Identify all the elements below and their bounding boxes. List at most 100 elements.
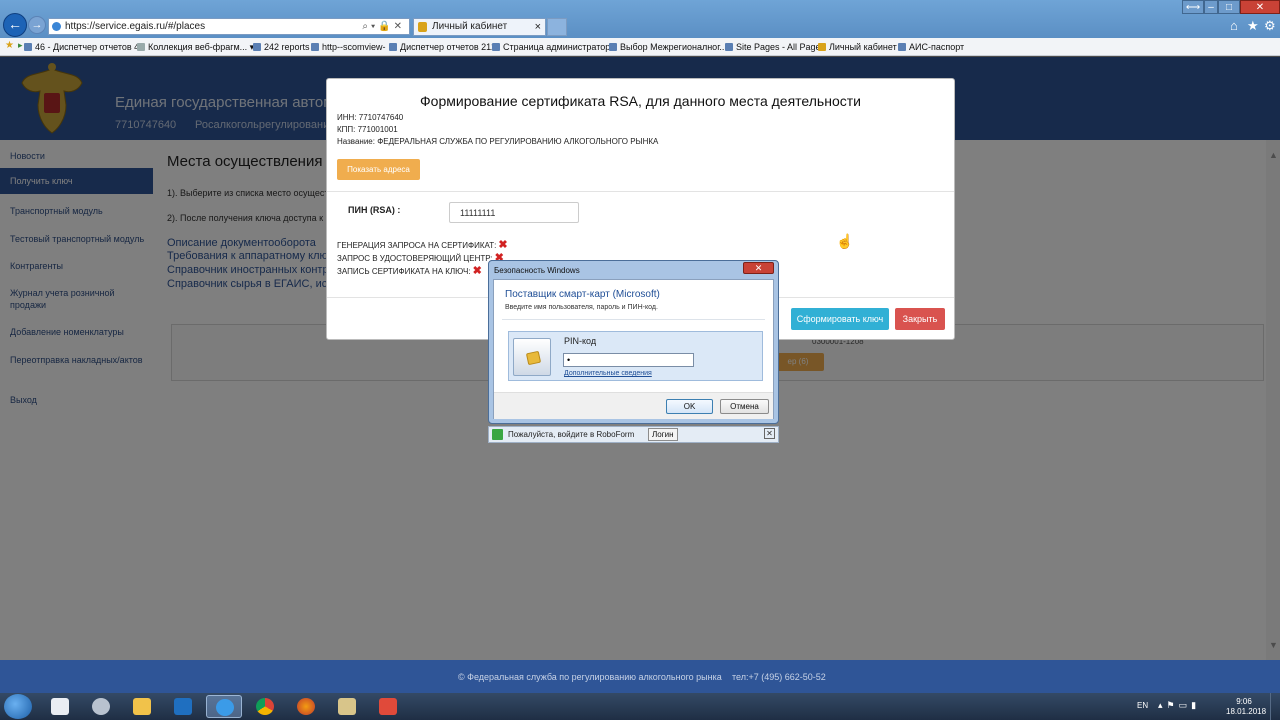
roboform-close-icon[interactable]: ✕ <box>764 428 775 439</box>
modal-title: Формирование сертификата RSA, для данног… <box>420 93 861 109</box>
favorite-item[interactable]: http--scomview- <box>311 40 386 54</box>
windows-security-dialog: Безопасность Windows ✕ Поставщик смарт-к… <box>488 260 779 424</box>
address-actions-icon[interactable]: ⌕▾🔒✕ <box>362 19 405 34</box>
status-ca-request: ЗАПРОС В УДОСТОВЕРЯЮЩИЙ ЦЕНТР: ✖ <box>337 251 504 264</box>
status-label: ЗАПРОС В УДОСТОВЕРЯЮЩИЙ ЦЕНТР: <box>337 254 493 263</box>
swap-icon[interactable]: ⟷ <box>1182 0 1204 14</box>
smart-card-icon <box>513 338 551 376</box>
internet-explorer-icon <box>216 699 234 716</box>
status-write-certificate: ЗАПИСЬ СЕРТИФИКАТА НА КЛЮЧ: ✖ <box>337 264 482 277</box>
new-tab-button[interactable] <box>547 18 567 36</box>
pin-rsa-label: ПИН (RSA) : <box>348 205 401 215</box>
hand-cursor-icon: ☝ <box>836 233 854 249</box>
red-app-icon <box>379 698 397 715</box>
smartcard-credential-tile[interactable]: PIN-код Дополнительные сведения <box>508 331 763 381</box>
favorite-label: Коллекция веб-фрагм... ▾ <box>148 42 255 52</box>
favorite-label: Диспетчер отчетов 212 <box>400 42 497 52</box>
outlook-icon <box>174 698 192 715</box>
favorite-icon <box>137 43 145 51</box>
favorite-item[interactable]: Выбор Межрегионалног... <box>609 40 727 54</box>
ok-button[interactable]: OK <box>666 399 713 414</box>
favorite-label: АИС-паспорт <box>909 42 965 52</box>
site-icon <box>52 22 61 31</box>
favorite-label: Выбор Межрегионалног... <box>620 42 727 52</box>
generate-key-button[interactable]: Сформировать ключ <box>791 308 889 330</box>
divider <box>327 191 954 192</box>
pin-code-input[interactable] <box>563 353 694 367</box>
taskbar-app-internet-explorer[interactable] <box>206 695 242 718</box>
tray-icons[interactable]: ▴⚑▭▮ <box>1158 700 1200 711</box>
taskbar-app-outlook[interactable] <box>165 695 201 718</box>
fail-x-icon: ✖ <box>472 265 482 277</box>
forward-button[interactable]: → <box>28 16 46 34</box>
tool-icon <box>338 698 356 715</box>
start-button[interactable] <box>4 694 32 719</box>
favorite-item[interactable]: Страница администратора <box>492 40 615 54</box>
more-info-link[interactable]: Дополнительные сведения <box>564 370 652 377</box>
favorites-bar: ★ ▸ 46 - Диспетчер отчетов 46 Коллекция … <box>0 38 1280 56</box>
clock[interactable]: 9:06 18.01.2018 <box>1226 697 1267 717</box>
back-button[interactable]: ← <box>3 13 27 37</box>
favorite-icon <box>898 43 906 51</box>
maximize-button[interactable]: □ <box>1218 0 1240 14</box>
clock-time: 9:06 <box>1236 697 1252 706</box>
favorite-label: Личный кабинет <box>829 42 897 52</box>
favorite-icon <box>818 43 826 51</box>
tab-favicon-icon <box>418 22 427 32</box>
dialog-heading: Поставщик смарт-карт (Microsoft) <box>505 289 660 300</box>
favorite-item[interactable]: 242 reports <box>253 40 310 54</box>
tab-close-icon[interactable]: × <box>535 19 541 35</box>
home-icon[interactable]: ⌂ <box>1230 18 1238 33</box>
favorites-star-icon[interactable]: ★ <box>1247 18 1259 34</box>
dialog-close-button[interactable]: ✕ <box>743 262 774 274</box>
favorite-item[interactable]: 46 - Диспетчер отчетов 46 <box>24 40 144 54</box>
favorites-star-icon[interactable]: ★ <box>5 40 14 51</box>
chrome-icon <box>256 698 274 715</box>
roboform-bar: Пожалуйста, войдите в RoboForm Логин ✕ <box>488 426 779 443</box>
notepad-icon <box>51 698 69 715</box>
address-text: https://service.egais.ru/#/places <box>65 21 206 32</box>
favorite-icon <box>253 43 261 51</box>
favorite-label: http--scomview- <box>322 42 386 52</box>
favorite-item[interactable]: Коллекция веб-фрагм... ▾ <box>137 40 254 54</box>
close-modal-button[interactable]: Закрыть <box>895 308 945 330</box>
dialog-subheading: Введите имя пользователя, пароль и ПИН-к… <box>505 304 658 311</box>
folder-icon <box>133 698 151 715</box>
card-chip-icon <box>525 350 542 366</box>
roboform-icon <box>492 429 503 440</box>
firefox-icon <box>297 698 315 715</box>
favorite-item[interactable]: Личный кабинет <box>818 40 897 54</box>
taskbar-app-explorer[interactable] <box>124 695 160 718</box>
taskbar-app-red[interactable] <box>370 695 406 718</box>
favorite-item[interactable]: АИС-паспорт <box>898 40 964 54</box>
favorite-label: 46 - Диспетчер отчетов 46 <box>35 42 145 52</box>
taskbar-app-firefox[interactable] <box>288 695 324 718</box>
roboform-login-button[interactable]: Логин <box>648 428 678 441</box>
favorite-item[interactable]: Site Pages - All Pages <box>725 40 825 54</box>
cancel-button[interactable]: Отмена <box>720 399 769 414</box>
clock-date: 18.01.2018 <box>1226 707 1267 716</box>
taskbar-app-tool[interactable] <box>329 695 365 718</box>
favorite-icon <box>725 43 733 51</box>
favorite-label: 242 reports <box>264 42 310 52</box>
address-bar[interactable]: https://service.egais.ru/#/places ⌕▾🔒✕ <box>48 18 410 35</box>
window-close-button[interactable]: ✕ <box>1240 0 1280 14</box>
dialog-body: Поставщик смарт-карт (Microsoft) Введите… <box>493 279 774 419</box>
site-footer: © Федеральная служба по регулированию ал… <box>0 660 1280 693</box>
tab-title: Личный кабинет <box>432 21 508 32</box>
add-favorite-icon[interactable]: ▸ <box>18 40 23 51</box>
show-desktop-button[interactable] <box>1270 693 1280 720</box>
taskbar-app-file-manager[interactable] <box>42 695 78 718</box>
language-indicator[interactable]: EN <box>1137 701 1148 710</box>
minimize-button[interactable]: – <box>1204 0 1218 14</box>
show-addresses-button[interactable]: Показать адреса <box>337 159 420 180</box>
tab-active[interactable]: Личный кабинет × <box>413 18 546 36</box>
taskbar-app-chrome[interactable] <box>247 695 283 718</box>
pin-code-label: PIN-код <box>564 336 597 346</box>
taskbar-app-search-tool[interactable] <box>83 695 119 718</box>
tools-gear-icon[interactable]: ⚙ <box>1264 18 1276 34</box>
pin-rsa-input[interactable] <box>449 202 579 223</box>
modal-inn: ИНН: 7710747640 <box>337 113 404 122</box>
favorite-item[interactable]: Диспетчер отчетов 212 <box>389 40 496 54</box>
roboform-prompt: Пожалуйста, войдите в RoboForm <box>508 430 635 439</box>
